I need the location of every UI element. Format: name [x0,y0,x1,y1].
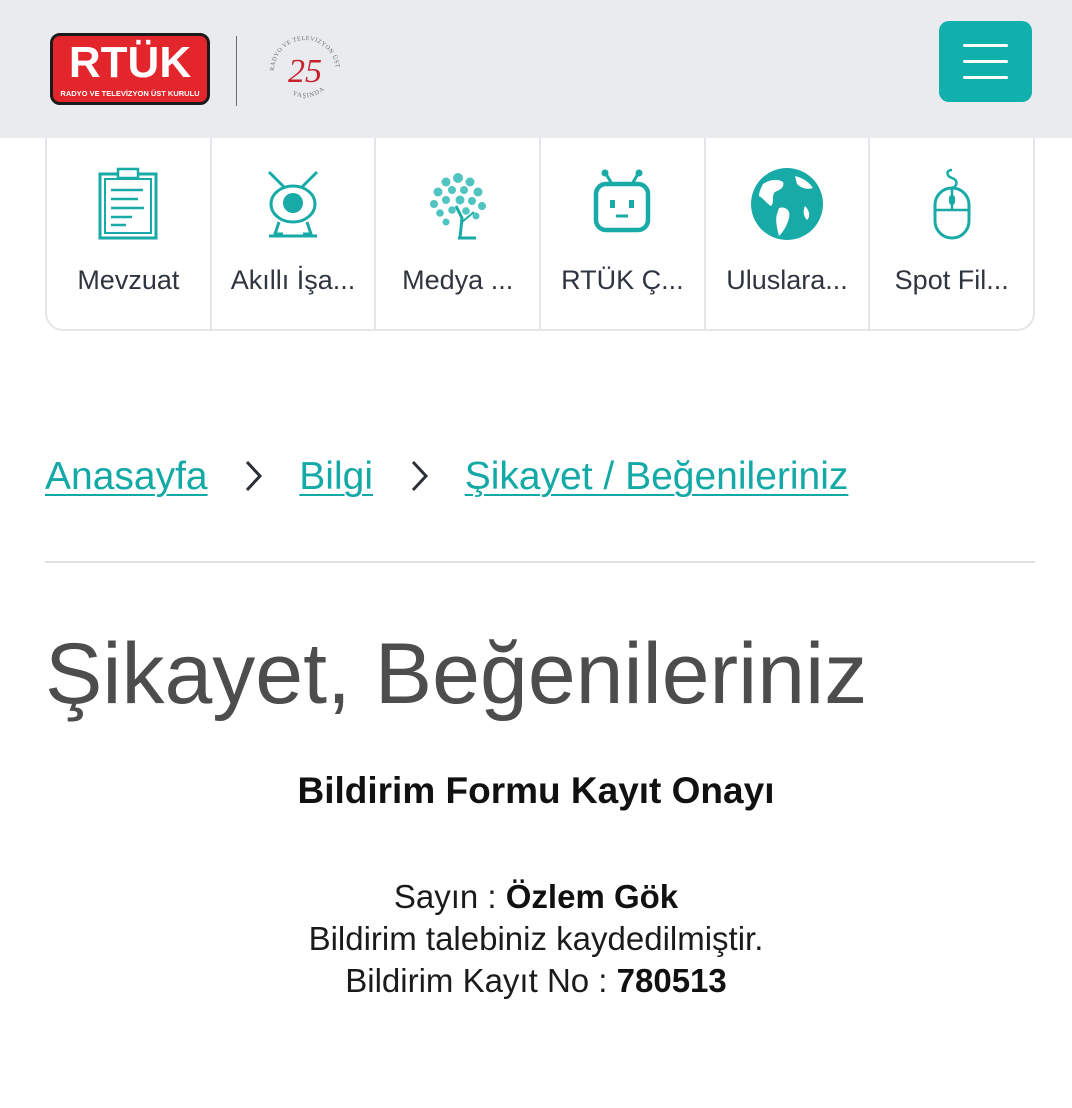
robot-tv-icon [594,169,651,233]
page-title: Şikayet, Beğenileriniz [45,626,868,722]
record-label: Bildirim Kayıt No : [345,962,617,999]
quick-link-uluslararasi[interactable]: Uluslara... [706,138,871,329]
globe-icon [751,168,824,240]
rtuk-logo[interactable]: RTÜK RADYO VE TELEVİZYON ÜST KURULU [50,33,210,105]
quick-link-spot-filmler[interactable]: Spot Fil... [870,138,1033,329]
confirmation-message: Sayın : Özlem Gök Bildirim talebiniz kay… [0,876,1072,1002]
quick-link-label: Akıllı İşa... [230,265,356,295]
recipient-name: Özlem Gök [505,878,679,915]
divider [45,561,1035,563]
record-line: Bildirim Kayıt No : 780513 [0,960,1072,1002]
hamburger-icon-bar [963,76,1008,79]
site-header: RTÜK RADYO VE TELEVİZYON ÜST KURULU RADY… [0,0,1072,138]
greeting-line: Sayın : Özlem Gök [0,876,1072,918]
quick-link-medya[interactable]: Medya ... [376,138,542,329]
form-heading: Bildirim Formu Kayıt Onayı [297,770,775,811]
quick-link-label: Mevzuat [77,265,180,295]
confirmation-text: Bildirim talebiniz kaydedilmiştir. [308,920,764,957]
breadcrumb-link-sikayet[interactable]: Şikayet / Beğenileriniz [465,455,849,498]
clipboard-icon [98,167,158,240]
quick-link-label: Uluslara... [726,265,848,295]
quick-link-label: Medya ... [402,265,514,295]
mouse-icon [933,168,971,240]
chevron-right-icon [384,452,454,502]
breadcrumb-link-anasayfa[interactable]: Anasayfa [45,455,208,498]
anniversary-number: 25 [288,53,322,90]
anniversary-badge: RADYO VE TELEVİZYON ÜST KURULU YAŞINDA 2… [262,25,346,112]
breadcrumb: Anasayfa Bilgi Şikayet / Beğenileriniz [45,452,848,502]
quick-link-label: Spot Fil... [894,265,1009,295]
quick-link-rtuk-cocuk[interactable]: RTÜK Ç... [541,138,706,329]
chevron-right-icon [218,452,288,502]
menu-button[interactable] [939,21,1032,102]
quick-link-mevzuat[interactable]: Mevzuat [47,138,212,329]
logo-subtext: RADYO VE TELEVİZYON ÜST KURULU [60,89,200,98]
quick-link-akilli-isaretler[interactable]: Akıllı İşa... [212,138,377,329]
smart-tv-icon [267,170,319,238]
greeting-label: Sayın : [393,878,506,915]
breadcrumb-link-bilgi[interactable]: Bilgi [299,455,373,498]
media-tree-icon [429,173,486,240]
quick-links-bar: Mevzuat Akıllı İşa... Medya ... RTÜK Ç..… [45,138,1035,331]
logo-text: RTÜK [68,38,192,87]
hamburger-icon [963,44,1008,47]
record-number: 780513 [616,962,727,999]
quick-link-label: RTÜK Ç... [561,265,684,295]
logo-divider [236,36,237,106]
hamburger-icon-bar [963,60,1008,63]
